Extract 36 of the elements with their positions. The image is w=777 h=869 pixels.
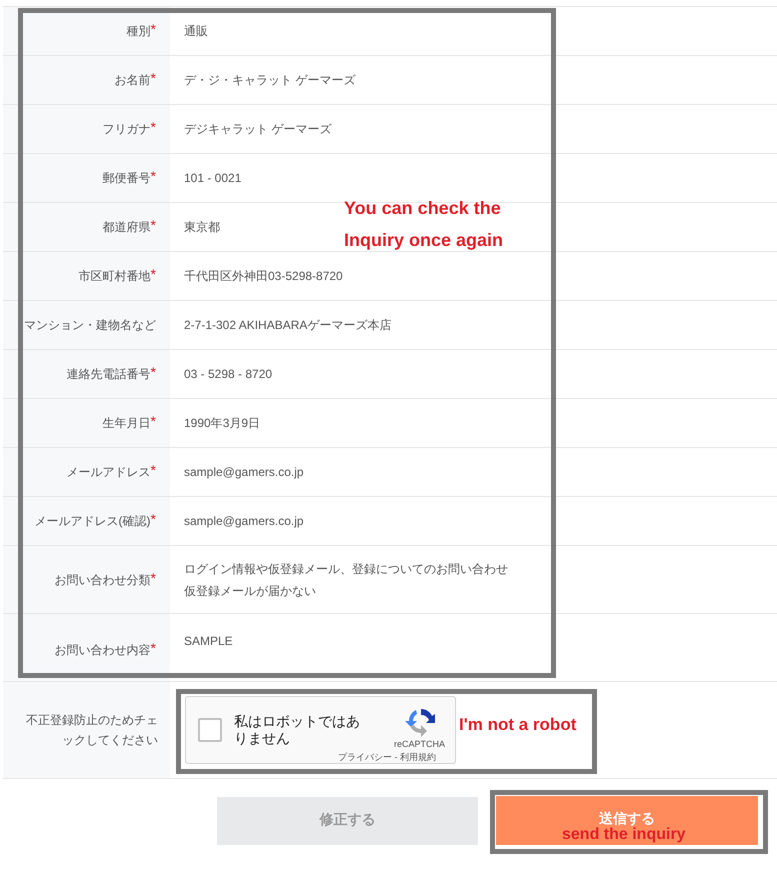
- annotation-text: You can check the Inquiry once again: [344, 197, 504, 252]
- privacy-terms-link[interactable]: プライバシー - 利用規約: [338, 751, 436, 764]
- field-label: 不正登録防止のためチェックしてください: [25, 712, 158, 749]
- captcha-text: 私はロボットではありません: [234, 713, 361, 747]
- field-value: 通販: [184, 23, 208, 40]
- field-value: 101 - 0021: [184, 170, 242, 187]
- field-value: 1990年3月9日: [184, 415, 260, 432]
- field-value: 千代田区外神田03-5298-8720: [184, 268, 343, 285]
- required-mark: *: [150, 640, 156, 656]
- required-mark: *: [150, 462, 156, 478]
- field-value: sample@gamers.co.jp: [184, 513, 304, 530]
- edit-button[interactable]: 修正する: [217, 797, 478, 845]
- field-value: SAMPLE: [184, 633, 233, 650]
- required-mark: *: [150, 570, 156, 586]
- required-mark: *: [150, 168, 156, 184]
- annotation-text: send the inquiry: [562, 826, 686, 845]
- required-mark: *: [150, 266, 156, 282]
- required-mark: *: [150, 21, 156, 37]
- required-mark: *: [150, 364, 156, 380]
- field-label: マンション・建物名など: [24, 317, 156, 334]
- field-value: デジキャラット ゲーマーズ: [184, 121, 332, 138]
- field-value: sample@gamers.co.jp: [184, 464, 304, 481]
- field-value: 東京都: [184, 219, 220, 236]
- field-value: デ・ジ・キャラット ゲーマーズ: [184, 72, 356, 89]
- required-mark: *: [150, 119, 156, 135]
- field-value: 2-7-1-302 AKIHABARAゲーマーズ本店: [184, 317, 392, 334]
- required-mark: *: [150, 511, 156, 527]
- field-value: 03 - 5298 - 8720: [184, 366, 272, 383]
- field-value: ログイン情報や仮登録メール、登録についてのお問い合わせ: [184, 560, 508, 578]
- annotation-text: I'm not a robot: [459, 714, 576, 736]
- recaptcha-label: reCAPTCHA: [394, 738, 446, 751]
- required-mark: *: [150, 413, 156, 429]
- field-value: 仮登録メールが届かない: [184, 582, 316, 600]
- captcha-checkbox[interactable]: [198, 718, 222, 742]
- required-mark: *: [150, 70, 156, 86]
- required-mark: *: [150, 217, 156, 233]
